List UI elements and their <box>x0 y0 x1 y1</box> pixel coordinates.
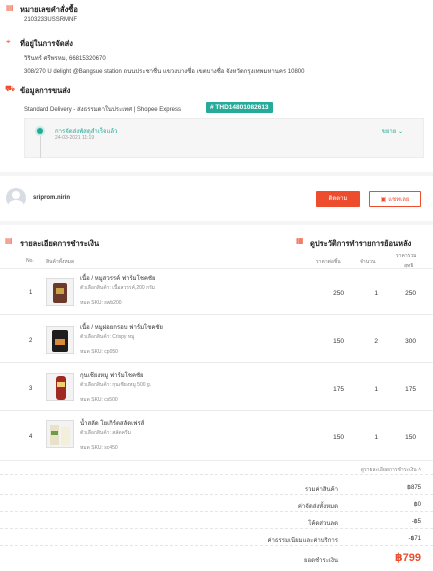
table-header-divider <box>0 268 433 269</box>
product-sku: หมด SKU: cp050 <box>80 349 118 355</box>
product-thumbnail[interactable] <box>46 278 74 306</box>
recipient-address: 308/270 U delight @Bangsue station ถนนปร… <box>24 69 305 75</box>
shipping-timeline: การจัดส่งพัสดุสำเร็จแล้ว 24-03-2021 11:1… <box>24 118 424 158</box>
quantity: 1 <box>374 290 378 297</box>
history-icon: ▦ <box>296 236 304 245</box>
chat-button-label: แชทเลย <box>388 197 410 203</box>
total-label: ยอดชำระเงิน <box>304 558 338 564</box>
unit-price: 250 <box>333 290 344 297</box>
product-sku: หมด SKU: cs500 <box>80 397 118 403</box>
location-pin-icon: ⌖ <box>6 37 11 46</box>
summary-label-items: รวมค่าสินค้า <box>304 487 338 493</box>
row-divider <box>0 362 433 363</box>
summary-label-shipping: ค่าจัดส่งทั้งหมด <box>297 504 338 510</box>
order-number-value: 2103233USSRMNF <box>24 17 78 23</box>
row-subtotal: 300 <box>405 338 416 345</box>
product-thumbnail[interactable] <box>46 420 74 448</box>
row-subtotal: 250 <box>405 290 416 297</box>
payment-detail-label: ดูรายละเอียดการชำระเงิน <box>360 467 417 473</box>
header-product: สินค้าทั้งหมด <box>46 259 75 265</box>
quantity: 1 <box>374 434 378 441</box>
follow-button[interactable]: ติดตาม <box>316 191 360 207</box>
product-sku: หมด SKU: swb200 <box>80 300 122 306</box>
product-name[interactable]: กุนเชียงหมู ฟาร์มโชคชัย <box>80 370 144 380</box>
shipping-info-title: ข้อมูลการขนส่ง <box>20 86 71 95</box>
timeline-status-dot <box>37 128 43 134</box>
header-no: No. <box>26 258 34 264</box>
payment-doc-icon: ▤ <box>5 236 13 245</box>
row-divider <box>0 314 433 315</box>
summary-value-fees: -฿71 <box>408 536 422 542</box>
summary-separator <box>0 545 433 546</box>
row-divider <box>0 460 433 461</box>
transaction-history-link[interactable]: ดูประวัติการทำรายการย้อนหลัง <box>310 238 411 250</box>
header-unit-price: ราคาต่อชิ้น <box>316 259 341 265</box>
chat-button[interactable]: ▣ แชทเลย <box>369 191 421 207</box>
total-value: ฿799 <box>394 552 421 564</box>
row-divider <box>0 410 433 411</box>
seller-name[interactable]: sriprom.nirin <box>33 195 70 201</box>
unit-price: 175 <box>333 386 344 393</box>
shipping-service: Standard Delivery - ส่งธรรมดาในประเทศ | … <box>24 107 181 113</box>
row-number: 1 <box>29 290 33 296</box>
summary-separator <box>0 494 433 495</box>
receipt-icon: ▤ <box>6 3 14 12</box>
product-name[interactable]: เนื้อ / หมูฝอยกรอบ ฟาร์มโชคชัย <box>80 322 163 332</box>
product-variant: ตัวเลือกสินค้า: เนื้อสวรรค์,200 กรัม <box>80 285 156 291</box>
header-subtotal-1: ราคารวม <box>396 253 417 259</box>
summary-separator <box>0 528 433 529</box>
chat-icon: ▣ <box>380 196 387 203</box>
recipient-name-phone: วิรินทร์ ศรีพรหม, 66815320670 <box>24 56 106 62</box>
summary-value-discount: -฿5 <box>411 519 421 525</box>
product-variant: ตัวเลือกสินค้า: Crispy หมู <box>80 334 135 340</box>
unit-price: 150 <box>333 434 344 441</box>
shipping-address-title: ที่อยู่ในการจัดส่ง <box>20 39 73 48</box>
section-separator-2 <box>0 221 433 225</box>
product-variant: ตัวเลือกสินค้า: กุนเชียงหมู 500 g. <box>80 382 152 388</box>
seller-avatar[interactable] <box>6 188 26 208</box>
product-thumbnail[interactable] <box>46 373 74 401</box>
row-subtotal: 175 <box>405 386 416 393</box>
tracking-number-badge[interactable]: # THD14801082613 <box>206 102 273 113</box>
truck-icon: ⛟ <box>5 84 16 93</box>
unit-price: 150 <box>333 338 344 345</box>
chevron-up-icon: ˄ <box>418 467 421 473</box>
row-subtotal: 150 <box>405 434 416 441</box>
product-name[interactable]: น้ำสลัด โยเกิร์ตสลัดเฟรส์ <box>80 418 144 428</box>
summary-separator <box>0 511 433 512</box>
payment-details-title: รายละเอียดการชำระเงิน <box>20 239 100 248</box>
order-number-title: หมายเลขคำสั่งซื้อ <box>20 5 78 14</box>
header-qty: จำนวน <box>360 259 376 265</box>
product-name[interactable]: เนื้อ / หมูสวรรค์ ฟาร์มโชคชัย <box>80 273 156 283</box>
product-sku: หมด SKU: sc450 <box>80 445 118 451</box>
summary-separator <box>0 474 433 475</box>
row-number: 4 <box>29 434 33 440</box>
summary-value-shipping: ฿0 <box>413 502 421 508</box>
quantity: 2 <box>374 338 378 345</box>
summary-label-discount: โค้ดส่วนลด <box>308 521 338 527</box>
timeline-line <box>39 136 41 158</box>
chevron-down-icon: ⌄ <box>397 129 403 135</box>
quantity: 1 <box>374 386 378 393</box>
summary-value-items: ฿875 <box>407 485 421 491</box>
row-number: 3 <box>29 386 33 392</box>
expand-label: ขยาย <box>381 129 397 135</box>
row-number: 2 <box>29 338 33 344</box>
timeline-status-time: 24-03-2021 11:19 <box>55 135 95 141</box>
product-variant: ตัวเลือกสินค้า: สลัดครีม <box>80 430 131 436</box>
payment-detail-toggle[interactable]: ดูรายละเอียดการชำระเงิน ˄ <box>361 466 421 474</box>
summary-label-fees: ค่าธรรมเนียมและค่าบริการ <box>267 538 338 544</box>
section-separator <box>0 172 433 176</box>
expand-toggle[interactable]: ขยาย ⌄ <box>382 126 403 136</box>
product-thumbnail[interactable] <box>46 326 74 354</box>
